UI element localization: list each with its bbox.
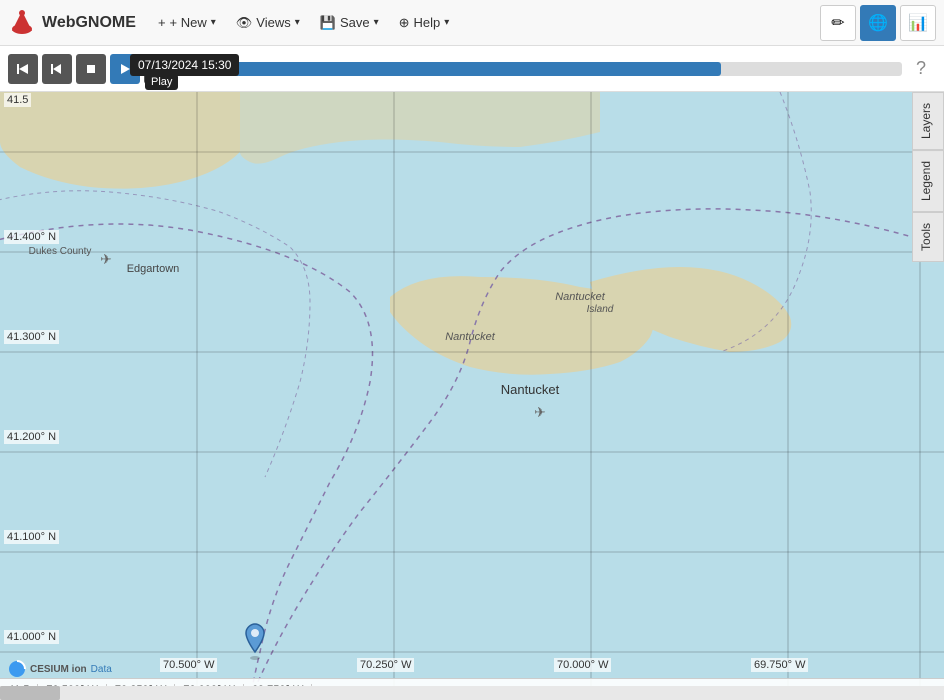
chart-icon: 📊 — [908, 13, 928, 33]
lon-label-6975: 69.750° W — [751, 658, 808, 672]
new-caret-icon: ▾ — [211, 17, 216, 28]
views-button[interactable]: 👁 Views ▾ — [226, 9, 310, 37]
map-container[interactable]: Nantucket Nantucket Island Nantucket Edg… — [0, 92, 944, 700]
svg-text:Nantucket: Nantucket — [555, 291, 605, 303]
playbar: 07/13/2024 15:30 Play ? — [0, 46, 944, 92]
lon-label-7025: 70.250° W — [357, 658, 414, 672]
step-back-button[interactable] — [42, 54, 72, 84]
app-logo: WebGNOME — [8, 9, 136, 37]
stop-button[interactable] — [76, 54, 106, 84]
pencil-button[interactable]: ✏ — [820, 5, 856, 41]
lat-label-413: 41.300° N — [4, 330, 59, 344]
new-button[interactable]: + + New ▾ — [148, 9, 226, 36]
progress-track — [178, 62, 902, 76]
new-plus-icon: + — [158, 15, 166, 30]
legend-tab[interactable]: Legend — [912, 150, 944, 212]
playbar-help-button[interactable]: ? — [906, 54, 936, 84]
help-label: Help — [414, 15, 441, 30]
tools-tab[interactable]: Tools — [912, 212, 944, 262]
globe-icon: 🌐 — [868, 13, 888, 33]
lat-label-411: 41.100° N — [4, 530, 59, 544]
lon-label-705: 70.500° W — [160, 658, 217, 672]
lat-label-414: 41.400° N — [4, 230, 59, 244]
lat-label-412: 41.200° N — [4, 430, 59, 444]
pin-svg — [244, 622, 266, 654]
navbar: WebGNOME + + New ▾ 👁 Views ▾ 💾 Save ▾ ⊕ … — [0, 0, 944, 46]
svg-text:Nantucket: Nantucket — [501, 382, 560, 397]
save-label: Save — [340, 15, 370, 30]
map-pin — [244, 622, 266, 660]
cesium-data-link[interactable]: Data — [91, 664, 112, 675]
globe-button[interactable]: 🌐 — [860, 5, 896, 41]
help-question-icon: ? — [916, 58, 926, 79]
lon-label-700: 70.000° W — [554, 658, 611, 672]
svg-text:✈: ✈ — [100, 251, 112, 267]
progress-fill — [178, 62, 721, 76]
save-floppy-icon: 💾 — [320, 15, 336, 31]
cesium-icon — [8, 660, 26, 678]
save-caret-icon: ▾ — [374, 17, 379, 28]
datetime-tooltip: 07/13/2024 15:30 — [130, 54, 239, 76]
pencil-icon: ✏ — [831, 13, 844, 33]
svg-text:Island: Island — [587, 304, 614, 315]
views-label: Views — [256, 15, 290, 30]
horizontal-scrollbar[interactable] — [0, 686, 944, 700]
skip-start-icon — [17, 63, 29, 75]
cesium-logo: CESIUM ion Data — [8, 660, 112, 678]
app-title: WebGNOME — [42, 14, 136, 32]
lat-label-415: 41.5 — [4, 93, 31, 107]
stop-icon — [85, 63, 97, 75]
map-svg: Nantucket Nantucket Island Nantucket Edg… — [0, 92, 944, 700]
play-label: Play — [145, 74, 178, 90]
help-button[interactable]: ⊕ Help ▾ — [389, 9, 460, 37]
svg-text:✈: ✈ — [534, 404, 546, 420]
lat-label-410: 41.000° N — [4, 630, 59, 644]
new-label: + New — [170, 15, 207, 30]
cesium-text: CESIUM ion — [30, 664, 87, 675]
webgnome-logo-icon — [8, 9, 36, 37]
scroll-thumb[interactable] — [0, 686, 60, 700]
help-caret-icon: ▾ — [444, 17, 449, 28]
chart-button[interactable]: 📊 — [900, 5, 936, 41]
pin-shadow — [250, 656, 260, 660]
svg-text:Dukes County: Dukes County — [29, 246, 92, 257]
views-caret-icon: ▾ — [295, 17, 300, 28]
progress-bar[interactable] — [178, 59, 902, 79]
layers-tab[interactable]: Layers — [912, 92, 944, 150]
save-button[interactable]: 💾 Save ▾ — [310, 9, 389, 37]
svg-text:Nantucket: Nantucket — [445, 331, 495, 343]
help-icon: ⊕ — [399, 15, 410, 31]
skip-to-start-button[interactable] — [8, 54, 38, 84]
side-tabs: Layers Legend Tools — [912, 92, 944, 700]
views-eye-icon: 👁 — [236, 15, 253, 31]
step-back-icon — [51, 63, 63, 75]
svg-text:Edgartown: Edgartown — [127, 263, 180, 275]
